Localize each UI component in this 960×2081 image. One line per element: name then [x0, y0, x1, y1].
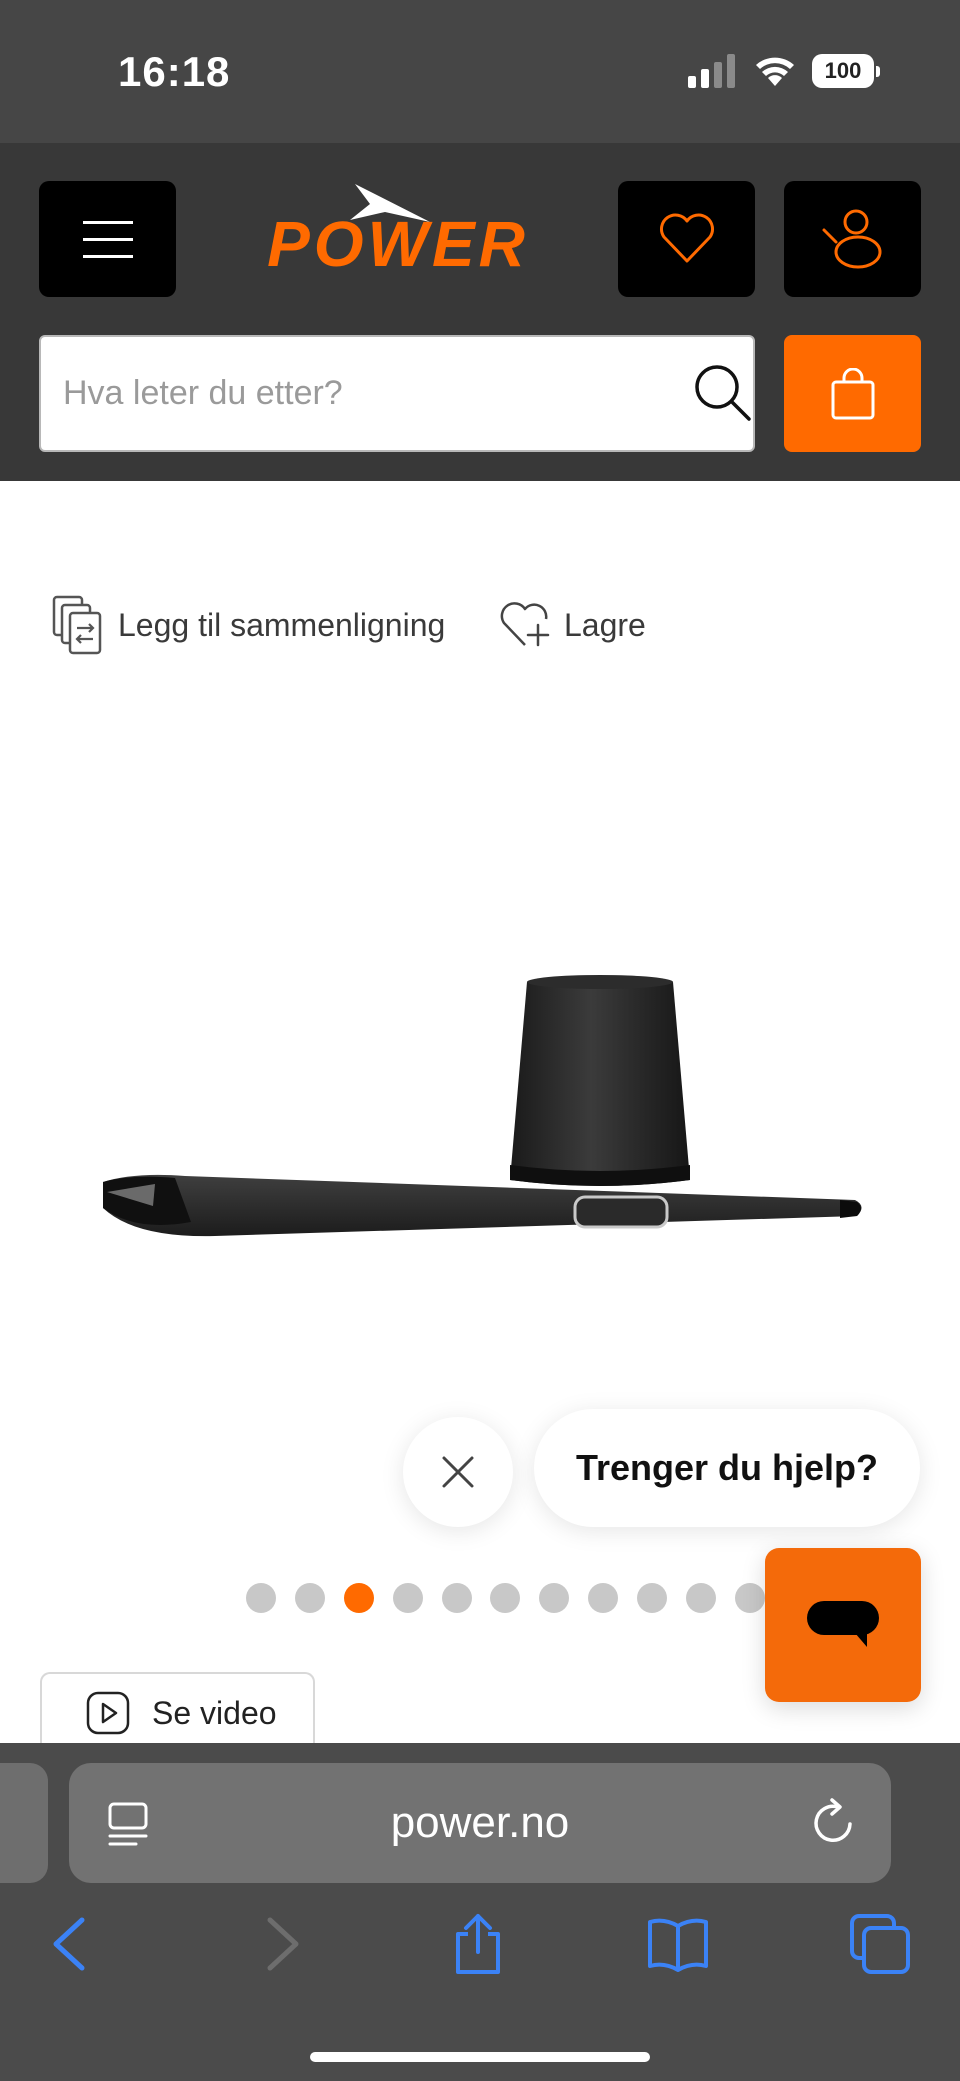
chat-button[interactable] — [765, 1548, 921, 1702]
watch-video-label: Se video — [152, 1694, 277, 1731]
status-bar: 16:18 100 — [0, 0, 960, 143]
battery-level: 100 — [812, 54, 874, 88]
reload-icon[interactable] — [808, 1796, 860, 1848]
carousel-dot[interactable] — [393, 1583, 423, 1613]
search-icon[interactable] — [691, 361, 755, 425]
product-image[interactable] — [95, 970, 870, 1250]
user-icon — [822, 209, 881, 269]
svg-text:POWER: POWER — [267, 208, 529, 272]
url-text: power.no — [390, 1798, 570, 1847]
menu-button[interactable] — [39, 181, 176, 297]
previous-tab[interactable] — [0, 1763, 48, 1883]
save-link[interactable]: Lagre — [498, 593, 646, 657]
chat-prompt-bubble[interactable]: Trenger du hjelp? — [534, 1409, 920, 1527]
power-logo[interactable]: POWER — [215, 180, 581, 272]
heart-icon — [659, 213, 714, 263]
status-time: 16:18 — [118, 48, 231, 95]
home-indicator — [310, 2052, 650, 2062]
carousel-dot-active[interactable] — [344, 1583, 374, 1613]
carousel-dot[interactable] — [735, 1583, 765, 1613]
cart-button[interactable] — [784, 335, 921, 452]
carousel-dot[interactable] — [539, 1583, 569, 1613]
heart-plus-icon — [500, 602, 550, 647]
carousel-dot[interactable] — [246, 1583, 276, 1613]
carousel-dot[interactable] — [490, 1583, 520, 1613]
wifi-icon — [756, 57, 794, 86]
shopping-bag-icon — [831, 367, 874, 419]
bookmarks-icon[interactable] — [646, 1912, 710, 1976]
wishlist-button[interactable] — [618, 181, 755, 297]
compare-icon — [52, 595, 102, 655]
chat-icon — [807, 1601, 879, 1647]
page-menu-icon[interactable] — [106, 1800, 150, 1848]
carousel-dot[interactable] — [637, 1583, 667, 1613]
add-to-compare-link[interactable]: Legg til sammenligning — [52, 593, 445, 657]
chat-close-button[interactable] — [403, 1417, 513, 1527]
carousel-dot[interactable] — [686, 1583, 716, 1613]
forward-icon[interactable] — [248, 1912, 312, 1976]
share-icon[interactable] — [446, 1912, 510, 1976]
battery-icon: 100 — [812, 54, 880, 88]
account-button[interactable] — [784, 181, 921, 297]
save-label: Lagre — [564, 606, 646, 643]
watch-video-button[interactable]: Se video — [40, 1672, 315, 1752]
back-icon[interactable] — [40, 1912, 104, 1976]
search-box[interactable] — [39, 335, 755, 452]
play-icon — [86, 1691, 130, 1735]
close-icon — [442, 1456, 474, 1488]
address-bar[interactable]: power.no — [69, 1763, 891, 1883]
compare-label: Legg til sammenligning — [118, 606, 446, 643]
carousel-dot[interactable] — [295, 1583, 325, 1613]
search-input[interactable] — [63, 337, 663, 450]
cellular-signal-icon — [688, 54, 735, 88]
carousel-dot[interactable] — [442, 1583, 472, 1613]
tabs-icon[interactable] — [848, 1912, 912, 1976]
carousel-dot[interactable] — [588, 1583, 618, 1613]
